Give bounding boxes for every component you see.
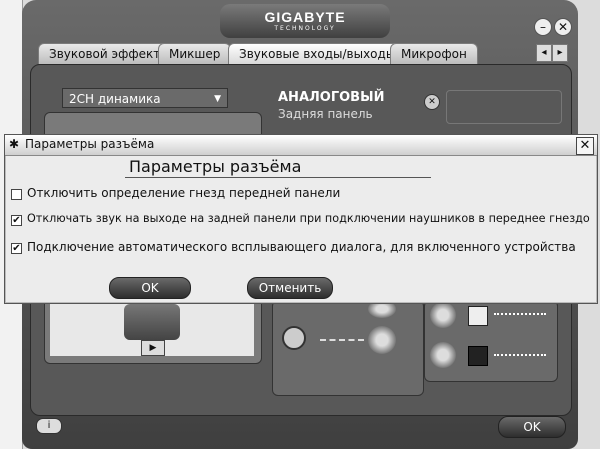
device-indicator-2-icon — [468, 346, 488, 366]
microphone-icon — [282, 326, 306, 350]
brand-logo: GIGABYTE — [264, 9, 346, 25]
dialog-cancel-button[interactable]: Отменить — [247, 277, 333, 299]
tab-scroll-left[interactable]: ◂ — [536, 44, 552, 62]
device-indicator-1-icon — [468, 306, 488, 326]
option-2-label: Отключать звук на выходе на задней панел… — [27, 212, 590, 225]
analog-title: АНАЛОГОВЫЙ — [278, 90, 385, 105]
dialog-title-bar: ✱ Параметры разъёма ✕ — [5, 135, 597, 156]
tab-audio-io[interactable]: Звуковые входы/выходы — [228, 43, 407, 64]
option-1-label: Отключить определение гнезд передней пан… — [27, 186, 341, 200]
dialog-title: Параметры разъёма — [25, 137, 155, 151]
speaker-stand-icon — [124, 304, 180, 340]
minimize-button[interactable]: – — [534, 18, 552, 36]
brand-plaque: GIGABYTE TECHNOLOGY — [220, 4, 390, 38]
mic-cable-dashes — [320, 339, 364, 341]
rear-jack-2-icon[interactable] — [430, 342, 456, 368]
dialog-ok-button[interactable]: OK — [109, 277, 191, 299]
option-3-checkbox[interactable]: ✔ — [11, 243, 22, 254]
tab-scroll-right[interactable]: ▸ — [552, 44, 568, 62]
tab-sound-effect[interactable]: Звуковой эффект — [38, 43, 172, 64]
tab-microphone[interactable]: Микрофон — [390, 43, 478, 64]
dialog-heading-underline — [125, 177, 431, 178]
dialog-app-icon: ✱ — [9, 137, 20, 151]
close-icon: ✕ — [579, 138, 591, 153]
mic-jack-icon[interactable] — [368, 326, 396, 354]
dialog-heading: Параметры разъёма — [129, 157, 302, 176]
play-button[interactable]: ▶ — [141, 340, 165, 356]
dialog-close-button[interactable]: ✕ — [576, 137, 594, 155]
main-ok-button[interactable]: OK — [498, 416, 566, 438]
info-button[interactable]: i — [36, 418, 62, 434]
speaker-config-select[interactable]: 2CH динамика ▼ — [62, 88, 228, 108]
tab-mixer[interactable]: Микшер — [158, 43, 232, 64]
option-3-label: Подключение автоматического всплывающего… — [27, 240, 576, 254]
analog-side-panel — [446, 90, 562, 124]
signal-wave-2-icon — [494, 354, 546, 356]
analog-subtitle: Задняя панель — [278, 107, 373, 121]
speaker-config-value: 2CH динамика — [69, 92, 161, 106]
chevron-down-icon: ▼ — [214, 94, 221, 104]
option-1-checkbox[interactable] — [11, 189, 22, 200]
rear-jack-1-icon[interactable] — [430, 302, 456, 328]
brand-subtitle: TECHNOLOGY — [274, 25, 336, 32]
analog-header: АНАЛОГОВЫЙ Задняя панель — [272, 90, 442, 130]
signal-wave-1-icon — [494, 313, 546, 315]
jack-settings-dialog: ✱ Параметры разъёма ✕ Параметры разъёма … — [4, 134, 598, 304]
close-button[interactable]: ✕ — [554, 18, 572, 36]
settings-wrench-icon[interactable]: ✕ — [424, 94, 440, 110]
info-icon: i — [47, 420, 51, 431]
option-2-checkbox[interactable]: ✔ — [11, 215, 22, 226]
